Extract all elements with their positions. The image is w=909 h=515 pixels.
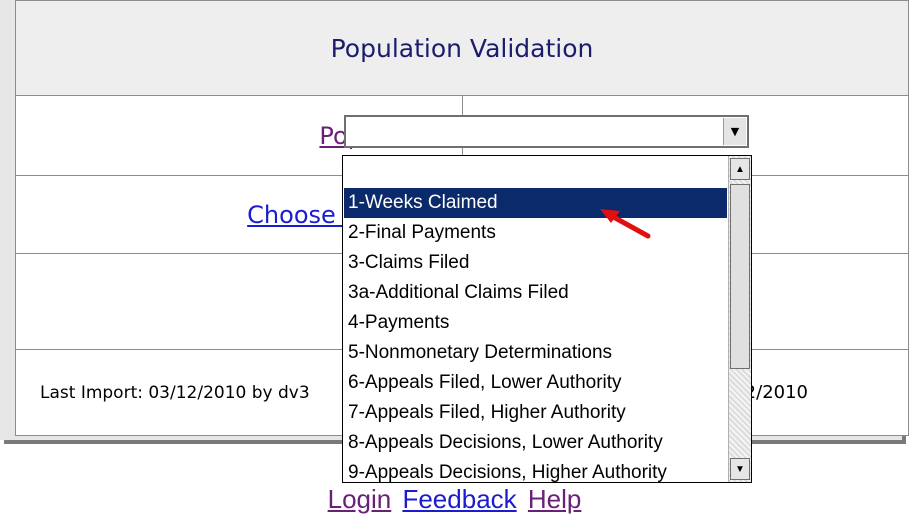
scrollbar-thumb[interactable] [730,184,750,369]
population-select[interactable]: ▼ [344,115,749,148]
population-dropdown-list: 1-Weeks Claimed 2-Final Payments 3-Claims … [342,155,752,483]
scroll-down-icon[interactable]: ▼ [730,458,750,480]
feedback-link[interactable]: Feedback [402,484,516,514]
dropdown-option[interactable]: 1-Weeks Claimed [344,188,727,218]
dropdown-options: 1-Weeks Claimed 2-Final Payments 3-Claims … [344,157,727,482]
dropdown-option[interactable] [344,157,727,188]
login-link[interactable]: Login [328,484,392,514]
dropdown-option[interactable]: 3a-Additional Claims Filed [344,278,727,308]
help-link[interactable]: Help [528,484,581,514]
dropdown-option[interactable]: 3-Claims Filed [344,248,727,278]
dropdown-option[interactable]: 7-Appeals Filed, Higher Authority [344,398,727,428]
dropdown-option[interactable]: 2-Final Payments [344,218,727,248]
dropdown-option[interactable]: 8-Appeals Decisions, Lower Authority [344,428,727,458]
bottom-nav: Login Feedback Help [0,484,909,515]
dropdown-option[interactable]: 5-Nonmonetary Determinations [344,338,727,368]
dropdown-option[interactable]: 6-Appeals Filed, Lower Authority [344,368,727,398]
chevron-down-icon[interactable]: ▼ [723,118,746,145]
red-arrow-icon [600,209,651,239]
dropdown-scrollbar[interactable]: ▲ ▼ [728,156,751,482]
page-title: Population Validation [15,0,909,96]
scroll-up-icon[interactable]: ▲ [730,158,750,180]
dropdown-option[interactable]: 4-Payments [344,308,727,338]
dropdown-option[interactable]: 9-Appeals Decisions, Higher Authority [344,458,727,482]
